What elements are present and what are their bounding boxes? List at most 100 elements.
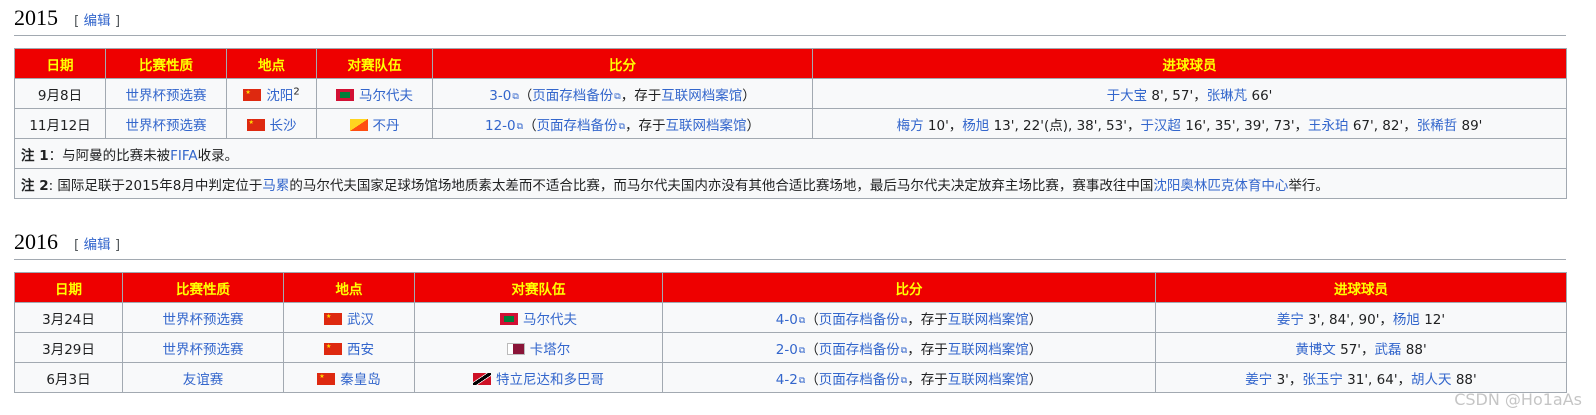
archive-text: ） [1028,311,1043,328]
table-header-row: 日期 比赛性质 地点 对赛队伍 比分 进球球员 [14,48,1567,79]
edit-link[interactable]: 编辑 [84,237,111,253]
venue-cell: ★ 沈阳2 [226,78,317,109]
opponent-link[interactable]: 不丹 [373,118,400,134]
table-row: 6月3日 友谊赛 ★ 秦皇岛 特立尼达和多巴哥 4-2⧉（页面存档备份⧉，存于互联网档案馆… [14,362,1567,393]
column-header: 比赛性质 [122,272,284,303]
score-link[interactable]: 4-2 [776,372,798,388]
note-link[interactable]: 马累 [262,178,289,194]
scorer-link[interactable]: 于汉超 [1140,118,1181,134]
opponent-link[interactable]: 特立尼达和多巴哥 [496,372,604,388]
column-header: 日期 [14,48,106,79]
archive-backup-link[interactable]: 页面存档备份 [537,118,618,134]
scorer-link[interactable]: 杨旭 [962,118,989,134]
match-type-link[interactable]: 世界杯预选赛 [163,342,244,358]
score-link[interactable]: 2-0 [776,342,798,358]
opponent-link[interactable]: 卡塔尔 [530,342,571,358]
separator: ， [1403,117,1417,134]
internet-archive-link[interactable]: 互联网档案馆 [666,118,747,134]
archive-backup-link[interactable]: 页面存档备份 [819,312,900,328]
scorer-link[interactable]: 姜宁 [1245,372,1272,388]
internet-archive-link[interactable]: 互联网档案馆 [948,372,1029,388]
archive-text: ，存于 [625,117,666,134]
scorer-link[interactable]: 张玉宁 [1302,372,1343,388]
edit-section-link: [ 编辑 ] [74,237,121,253]
scorers-cell: 姜宁 3', 84', 90'，杨旭 12' [1155,302,1567,333]
archive-text: （ [523,117,537,134]
column-header: 地点 [226,48,317,79]
section-heading: 2016 [ 编辑 ] [14,228,1566,260]
china-flag: ★ [324,312,342,325]
scorer-link[interactable]: 姜宁 [1277,312,1304,328]
note-link[interactable]: FIFA [170,148,198,164]
venue-link[interactable]: 长沙 [270,118,297,134]
venue-link[interactable]: 西安 [347,342,374,358]
match-type-link[interactable]: 世界杯预选赛 [126,88,207,104]
archive-text: （ [805,341,819,358]
scorer-link[interactable]: 张稀哲 [1417,118,1458,134]
venue-link[interactable]: 秦皇岛 [340,372,381,388]
scorers-cell: 姜宁 3'，张玉宁 31', 64'，胡人天 88' [1155,362,1567,393]
scorer-minutes: 3', 84', 90' [1303,311,1380,328]
section-heading: 2015 [ 编辑 ] [14,4,1566,36]
column-header: 比赛性质 [105,48,227,79]
scorer-link[interactable]: 王永珀 [1308,118,1349,134]
scorer-minutes: 31', 64' [1342,371,1398,388]
trinidad-flag [473,372,491,385]
scorer-minutes: 88' [1401,341,1427,358]
scorer-link[interactable]: 杨旭 [1393,312,1420,328]
note-text: 举行。 [1288,177,1329,194]
score-link[interactable]: 3-0 [489,88,511,104]
match-type-cell: 世界杯预选赛 [122,332,284,363]
opponent-link[interactable]: 马尔代夫 [523,312,577,328]
internet-archive-link[interactable]: 互联网档案馆 [661,88,742,104]
date-cell: 9月8日 [14,78,106,109]
scorer-link[interactable]: 张琳芃 [1207,88,1248,104]
score-cell: 4-2⧉（页面存档备份⧉，存于互联网档案馆） [662,362,1156,393]
scorer-link[interactable]: 武磊 [1375,342,1402,358]
matches-table-2016: 日期 比赛性质 地点 对赛队伍 比分 进球球员 3月24日 世界杯预选赛 ★ 武汉 马尔代夫 4-0… [14,272,1567,393]
footnote-ref[interactable]: 2 [293,86,299,97]
archive-backup-link[interactable]: 页面存档备份 [532,88,613,104]
archive-text: ） [742,87,756,104]
archive-backup-link[interactable]: 页面存档备份 [819,372,900,388]
china-flag: ★ [243,88,262,101]
venue-cell: ★ 西安 [283,332,415,363]
match-type-link[interactable]: 世界杯预选赛 [126,118,207,134]
column-header: 比分 [432,48,813,79]
note-label: 注 1 [21,147,49,164]
match-type-cell: 世界杯预选赛 [105,108,227,139]
archive-backup-link[interactable]: 页面存档备份 [819,342,900,358]
internet-archive-link[interactable]: 互联网档案馆 [948,342,1029,358]
venue-link[interactable]: 武汉 [347,312,374,328]
match-type-cell: 友谊赛 [122,362,284,393]
score-link[interactable]: 4-0 [776,312,798,328]
scorer-link[interactable]: 黄博文 [1295,342,1336,358]
note-link[interactable]: 沈阳奥林匹克体育中心 [1153,178,1288,194]
archive-text: （ [805,311,819,328]
scorer-minutes: 88' [1451,371,1477,388]
note-cell: 注 2: 国际足联于2015年8月中判定位于马累的马尔代夫国家足球场馆场地质素太… [14,168,1567,199]
edit-section-link: [ 编辑 ] [74,13,121,29]
scorer-link[interactable]: 于大宝 [1107,88,1148,104]
match-type-link[interactable]: 世界杯预选赛 [163,312,244,328]
note-label: 注 2 [21,177,49,194]
table-row: 3月24日 世界杯预选赛 ★ 武汉 马尔代夫 4-0⧉（页面存档备份⧉，存于互联网档案馆）… [14,302,1567,333]
scorer-link[interactable]: 胡人天 [1411,372,1452,388]
edit-link[interactable]: 编辑 [84,13,111,29]
match-type-link[interactable]: 友谊赛 [183,372,224,388]
venue-link[interactable]: 沈阳 [266,88,293,104]
opponent-link[interactable]: 马尔代夫 [359,88,413,104]
column-header: 进球球员 [1155,272,1567,303]
note-text: 的马尔代夫国家足球场馆场地质素太差而不适合比赛，而马尔代夫国内亦没有其他合适比赛… [289,177,1154,194]
internet-archive-link[interactable]: 互联网档案馆 [948,312,1029,328]
section-title: 2016 [14,229,58,254]
scorer-link[interactable]: 梅方 [897,118,924,134]
venue-cell: ★ 秦皇岛 [283,362,415,393]
separator: ， [1126,117,1141,134]
separator: ， [1193,87,1207,104]
note-row: 注 2: 国际足联于2015年8月中判定位于马累的马尔代夫国家足球场馆场地质素太… [14,168,1567,199]
archive-text: ） [746,117,761,134]
score-link[interactable]: 12-0 [485,118,516,134]
china-flag: ★ [246,118,265,131]
scorers-cell: 黄博文 57'，武磊 88' [1155,332,1567,363]
